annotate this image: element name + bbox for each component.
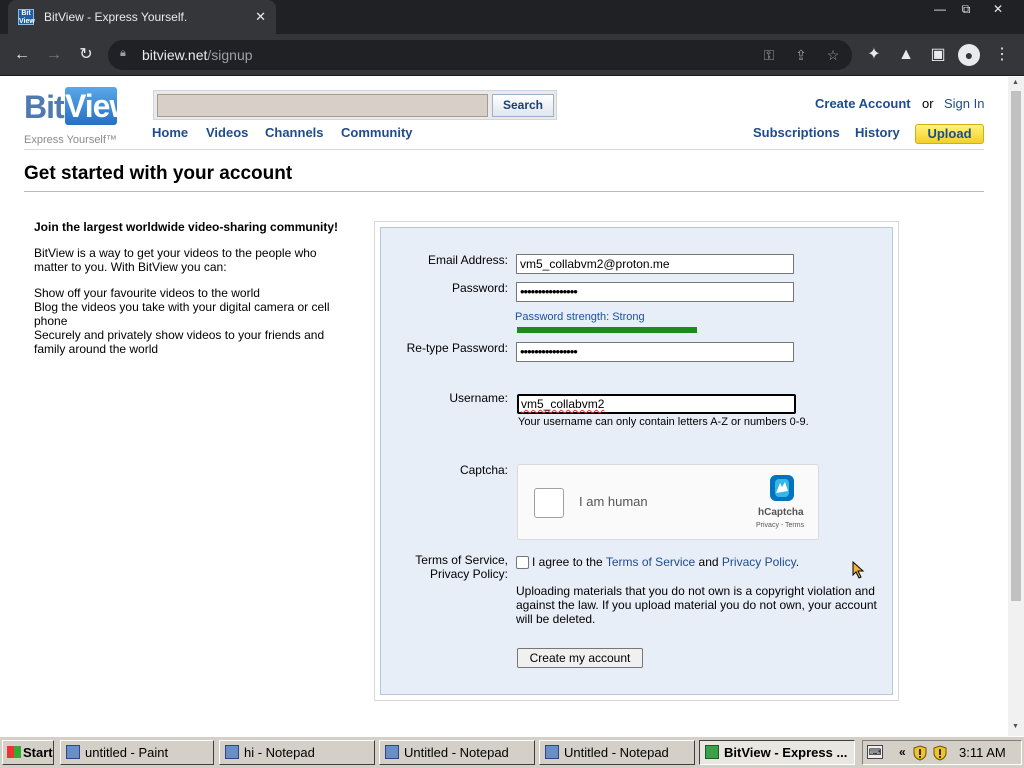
search-bar: Search <box>153 90 557 120</box>
bookmark-star-icon[interactable]: ☆ <box>822 44 844 66</box>
taskbar-clock: 3:11 AM <box>959 745 1006 760</box>
taskbar-item-notepad[interactable]: Untitled - Notepad <box>379 740 535 765</box>
tos-agreement-text: I agree to the Terms of Service and Priv… <box>532 555 800 569</box>
email-label: Email Address: <box>427 253 508 267</box>
tos-checkbox[interactable] <box>516 556 529 569</box>
profile-avatar-icon[interactable]: ● <box>958 44 980 66</box>
windows-taskbar: Start untitled - Paint hi - Notepad Unti… <box>0 736 1024 768</box>
page-title: Get started with your account <box>24 163 293 184</box>
page-scrollbar[interactable]: ▲ ▼ <box>1008 77 1024 736</box>
labs-flask-icon[interactable]: ▲ <box>894 43 918 67</box>
browser-title-bar: Bit View BitView - Express Yourself. ✕ —… <box>0 0 1024 34</box>
chrome-icon <box>705 745 719 759</box>
share-icon[interactable]: ⇪ <box>790 44 812 66</box>
intro-list-item: Securely and privately show videos to yo… <box>34 328 325 356</box>
bitview-favicon-icon: Bit View <box>18 9 35 25</box>
keyboard-icon[interactable]: ⌨ <box>867 745 883 759</box>
upload-button[interactable]: Upload <box>915 124 984 144</box>
notepad-icon <box>545 745 559 759</box>
notepad-icon <box>225 745 239 759</box>
side-panel-icon[interactable]: ▣ <box>926 43 950 67</box>
sign-in-link[interactable]: Sign In <box>944 96 984 111</box>
notepad-icon <box>385 745 399 759</box>
terms-of-service-link[interactable]: Terms of Service <box>606 555 695 569</box>
hcaptcha-links[interactable]: Privacy - Terms <box>756 522 804 529</box>
search-input[interactable] <box>157 94 488 117</box>
hcaptcha-widget: I am human hCaptcha Privacy - Terms <box>517 464 819 540</box>
paint-icon <box>66 745 80 759</box>
logo-tagline: Express Yourself™ <box>24 134 117 146</box>
reload-icon[interactable]: ↻ <box>74 43 98 67</box>
hcaptcha-brand: hCaptcha <box>758 507 804 518</box>
window-restore-button[interactable]: ⧉ <box>952 0 980 18</box>
password-strength-bar <box>517 327 697 333</box>
scroll-up-icon[interactable]: ▲ <box>1012 79 1019 86</box>
forward-arrow-icon[interactable]: → <box>42 43 66 67</box>
username-hint: Your username can only contain letters A… <box>518 416 809 428</box>
intro-section: Join the largest worldwide video-sharing… <box>34 220 344 356</box>
username-field[interactable]: vm5_collabvm2 <box>517 394 796 414</box>
address-bar[interactable]: 🔒︎ bitview.net/signup ⚿ ⇪ ☆ <box>108 40 852 70</box>
captcha-checkbox[interactable] <box>534 488 564 518</box>
copyright-warning: Uploading materials that you do not own … <box>516 584 877 626</box>
history-link[interactable]: History <box>855 125 900 140</box>
taskbar-item-notepad[interactable]: Untitled - Notepad <box>539 740 695 765</box>
intro-heading: Join the largest worldwide video-sharing… <box>34 220 339 234</box>
tab-title: BitView - Express Yourself. <box>44 10 188 24</box>
tray-expand-arrow[interactable]: « <box>899 745 906 759</box>
url-text: bitview.net/signup <box>142 47 253 63</box>
nav-home[interactable]: Home <box>152 125 188 140</box>
password-label: Password: <box>451 281 508 295</box>
or-text: or <box>922 96 934 111</box>
taskbar-item-notepad[interactable]: hi - Notepad <box>219 740 375 765</box>
email-field[interactable]: vm5_collabvm2@proton.me <box>516 254 794 274</box>
back-arrow-icon[interactable]: ← <box>10 43 34 67</box>
create-account-button[interactable]: Create my account <box>517 648 643 668</box>
windows-flag-icon <box>7 746 21 758</box>
retype-password-field[interactable]: •••••••••••••••• <box>516 342 794 362</box>
scroll-down-icon[interactable]: ▼ <box>1012 723 1019 730</box>
retype-password-label: Re-type Password: <box>406 341 508 355</box>
extensions-puzzle-icon[interactable]: ✦ <box>862 43 886 67</box>
captcha-text: I am human <box>579 494 648 509</box>
username-label: Username: <box>449 391 508 405</box>
password-field[interactable]: •••••••••••••••• <box>516 282 794 302</box>
start-button[interactable]: Start <box>2 740 54 765</box>
system-tray: ⌨ « 3:11 AM <box>862 740 1022 765</box>
hcaptcha-logo-icon <box>770 475 794 501</box>
taskbar-item-paint[interactable]: untitled - Paint <box>60 740 214 765</box>
subscriptions-link[interactable]: Subscriptions <box>753 125 840 140</box>
tab-close-icon[interactable]: ✕ <box>255 9 266 25</box>
browser-toolbar: ← → ↻ 🔒︎ bitview.net/signup ⚿ ⇪ ☆ ✦ ▲ ▣ … <box>0 34 1024 76</box>
page-viewport: Bit View Express Yourself™ Search Home V… <box>0 77 1008 736</box>
tos-label: Terms of Service, Privacy Policy: <box>415 553 508 581</box>
intro-paragraph: BitView is a way to get your videos to t… <box>34 246 317 274</box>
bitview-logo[interactable]: Bit View Express Yourself™ <box>24 85 134 146</box>
mouse-cursor-icon <box>852 561 865 579</box>
key-icon[interactable]: ⚿ <box>758 44 780 66</box>
security-shield-icon[interactable] <box>913 745 927 761</box>
window-close-button[interactable]: ✕ <box>984 0 1012 18</box>
create-account-link[interactable]: Create Account <box>815 96 911 111</box>
browser-menu-icon[interactable]: ⋮ <box>990 43 1014 67</box>
lock-icon: 🔒︎ <box>120 47 126 59</box>
privacy-policy-link[interactable]: Privacy Policy <box>722 555 796 569</box>
taskbar-item-browser[interactable]: BitView - Express ... <box>699 740 855 765</box>
header-divider <box>24 149 984 150</box>
intro-list-item: Show off your favourite videos to the wo… <box>34 286 260 300</box>
intro-list-item: Blog the videos you take with your digit… <box>34 300 330 328</box>
password-strength-text: Password strength: Strong <box>515 311 645 323</box>
scrollbar-thumb[interactable] <box>1011 91 1021 601</box>
nav-channels[interactable]: Channels <box>265 125 324 140</box>
captcha-label: Captcha: <box>459 463 508 477</box>
search-button[interactable]: Search <box>492 94 554 117</box>
window-minimize-button[interactable]: — <box>926 0 954 18</box>
security-shield-icon[interactable] <box>933 745 947 761</box>
nav-videos[interactable]: Videos <box>206 125 248 140</box>
nav-community[interactable]: Community <box>341 125 413 140</box>
browser-tab[interactable]: Bit View BitView - Express Yourself. ✕ <box>8 0 276 34</box>
title-divider <box>24 191 984 192</box>
